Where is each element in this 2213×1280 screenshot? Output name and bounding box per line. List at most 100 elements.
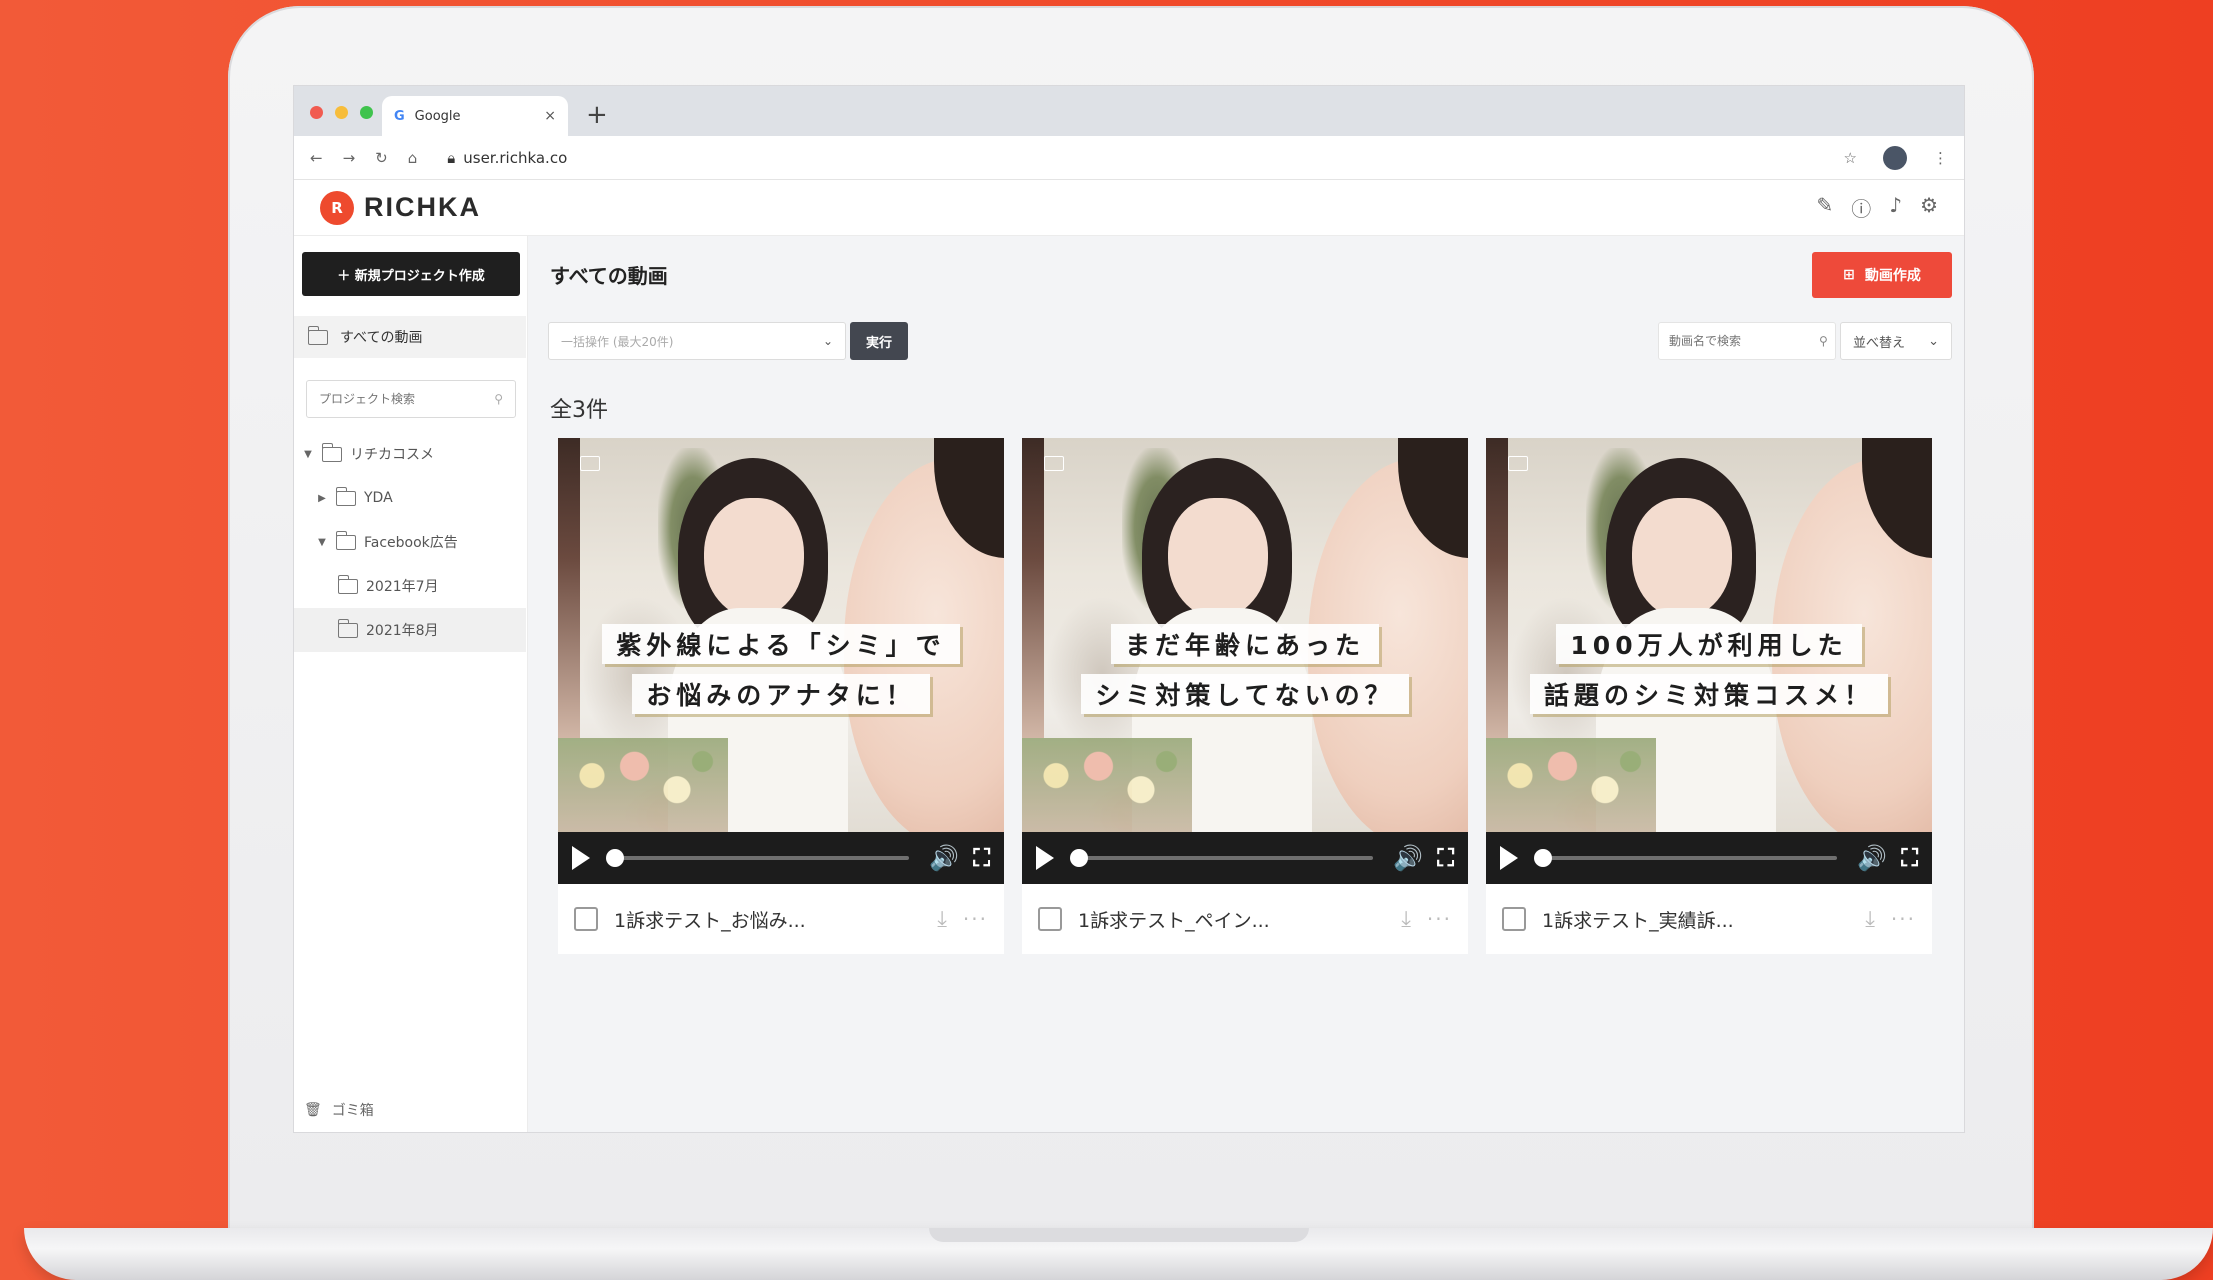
video-card-footer: 1訴求テスト_お悩み... ⤓ ··· <box>558 884 1004 954</box>
guide-icon[interactable]: ✎ <box>1817 193 1834 222</box>
model-face <box>1632 498 1732 618</box>
video-title[interactable]: 1訴求テスト_実績訴... <box>1542 906 1849 933</box>
close-window-button[interactable] <box>310 106 323 119</box>
flowers-decoration <box>1022 738 1192 832</box>
trash-label: ゴミ箱 <box>331 1103 374 1119</box>
caption-line-2: お悩みのアナタに！ <box>632 674 930 714</box>
video-controls: 🔊 ⛶ <box>558 832 1004 884</box>
google-favicon-icon: G <box>394 108 405 124</box>
title-search-input[interactable] <box>1669 334 1819 348</box>
progress-bar[interactable] <box>606 849 910 867</box>
caret-down-icon[interactable]: ▼ <box>316 537 328 548</box>
chevron-down-icon: ⌄ <box>822 334 833 348</box>
new-project-button[interactable]: ＋ 新規プロジェクト作成 <box>302 252 520 296</box>
tree-item-2021-08[interactable]: 2021年8月 <box>294 608 526 652</box>
result-count: 全3件 <box>550 398 608 423</box>
progress-knob[interactable] <box>1534 849 1552 867</box>
caret-down-icon[interactable]: ▼ <box>302 449 314 460</box>
video-caption: 紫外線による「シミ」で お悩みのアナタに！ <box>558 624 1004 714</box>
video-thumbnail[interactable]: 紫外線による「シミ」で お悩みのアナタに！ <box>558 438 1004 832</box>
trash-icon: 🗑︎ <box>304 1102 322 1118</box>
download-icon[interactable]: ⤓ <box>1865 907 1875 932</box>
browser-tab[interactable]: G Google × <box>382 96 568 136</box>
tree-item-2021-07[interactable]: 2021年7月 <box>294 564 526 608</box>
profile-avatar[interactable] <box>1883 145 1907 170</box>
search-icon[interactable]: ⚲ <box>494 392 503 406</box>
bookmark-star-icon[interactable]: ☆ <box>1844 149 1857 167</box>
more-options-icon[interactable]: ··· <box>1891 907 1916 931</box>
title-search: ⚲ <box>1658 322 1836 360</box>
sort-select[interactable]: 並べ替え ⌄ <box>1840 322 1952 360</box>
folder-icon <box>335 486 356 506</box>
video-card: 紫外線による「シミ」で お悩みのアナタに！ 🔊 ⛶ 1訴求テスト_お悩み... … <box>558 438 1004 954</box>
progress-knob[interactable] <box>1070 849 1088 867</box>
tree-item-label: 2021年8月 <box>366 623 439 639</box>
volume-icon[interactable]: 🔊 <box>929 844 959 872</box>
browser-menu-icon[interactable]: ⋮ <box>1933 149 1948 167</box>
forward-arrow-icon[interactable]: → <box>343 149 356 167</box>
home-icon[interactable]: ⌂ <box>408 149 418 167</box>
play-icon[interactable] <box>1500 846 1518 870</box>
video-card-footer: 1訴求テスト_ペイン... ⤓ ··· <box>1022 884 1468 954</box>
tree-item-yda[interactable]: ▶ YDA <box>294 476 526 520</box>
laptop-base <box>24 1228 2213 1280</box>
back-arrow-icon[interactable]: ← <box>310 149 323 167</box>
folder-icon <box>1508 456 1528 471</box>
folder-icon <box>337 574 358 594</box>
bulk-action-select[interactable]: 一括操作 (最大20件) ⌄ <box>548 322 846 360</box>
browser-tabbar: G Google × + <box>294 86 1964 136</box>
tree-item-facebook-ads[interactable]: ▼ Facebook広告 <box>294 520 526 564</box>
project-search-input[interactable] <box>319 392 495 406</box>
video-controls: 🔊 ⛶ <box>1486 832 1932 884</box>
page-title: すべての動画 <box>550 264 668 288</box>
volume-icon[interactable]: 🔊 <box>1857 844 1887 872</box>
search-icon[interactable]: ⚲ <box>1819 334 1828 348</box>
progress-knob[interactable] <box>606 849 624 867</box>
project-tree: ▼ リチカコスメ ▶ YDA ▼ Facebook広告 2021年7月 2021… <box>294 432 526 652</box>
download-icon[interactable]: ⤓ <box>1401 907 1411 932</box>
maximize-window-button[interactable] <box>360 106 373 119</box>
trash-link[interactable]: 🗑︎ ゴミ箱 <box>304 1100 374 1120</box>
browser-address-bar: ← → ↻ ⌂ 🔒︎ user.richka.co ☆ ⋮ <box>294 136 1964 180</box>
video-select-checkbox[interactable] <box>1502 907 1526 931</box>
video-select-checkbox[interactable] <box>574 907 598 931</box>
caption-line-2: 話題のシミ対策コスメ！ <box>1529 674 1888 714</box>
settings-gear-icon[interactable]: ⚙ <box>1920 193 1938 222</box>
tree-item-richika-cosme[interactable]: ▼ リチカコスメ <box>294 432 526 476</box>
more-options-icon[interactable]: ··· <box>1427 907 1452 931</box>
more-options-icon[interactable]: ··· <box>963 907 988 931</box>
laptop-notch <box>928 1228 1309 1242</box>
bell-icon[interactable]: ♪ <box>1889 193 1902 222</box>
progress-bar[interactable] <box>1534 849 1838 867</box>
caret-right-icon[interactable]: ▶ <box>316 493 328 504</box>
run-button[interactable]: 実行 <box>850 322 908 360</box>
minimize-window-button[interactable] <box>335 106 348 119</box>
url-field[interactable]: 🔒︎ user.richka.co <box>447 149 567 167</box>
play-icon[interactable] <box>572 846 590 870</box>
volume-icon[interactable]: 🔊 <box>1393 844 1423 872</box>
video-thumbnail[interactable]: まだ年齢にあった シミ対策してないの？ <box>1022 438 1468 832</box>
video-title[interactable]: 1訴求テスト_お悩み... <box>614 906 921 933</box>
tree-item-label: YDA <box>364 490 393 506</box>
tree-item-label: 2021年7月 <box>366 579 439 595</box>
chevron-down-icon: ⌄ <box>1928 333 1939 349</box>
video-thumbnail[interactable]: 100万人が利用した 話題のシミ対策コスメ！ <box>1486 438 1932 832</box>
play-icon[interactable] <box>1036 846 1054 870</box>
create-video-button[interactable]: ⊞ 動画作成 <box>1812 252 1952 298</box>
help-icon[interactable]: ⓘ <box>1851 193 1871 222</box>
fullscreen-icon[interactable]: ⛶ <box>973 844 990 872</box>
reload-icon[interactable]: ↻ <box>375 149 388 167</box>
new-tab-button[interactable]: + <box>586 100 608 130</box>
download-icon[interactable]: ⤓ <box>937 907 947 932</box>
tab-close-icon[interactable]: × <box>544 108 556 124</box>
video-caption: 100万人が利用した 話題のシミ対策コスメ！ <box>1486 624 1932 714</box>
video-card-footer: 1訴求テスト_実績訴... ⤓ ··· <box>1486 884 1932 954</box>
video-title[interactable]: 1訴求テスト_ペイン... <box>1078 906 1385 933</box>
video-select-checkbox[interactable] <box>1038 907 1062 931</box>
progress-bar[interactable] <box>1070 849 1374 867</box>
fullscreen-icon[interactable]: ⛶ <box>1901 844 1918 872</box>
caption-line-1: 紫外線による「シミ」で <box>602 624 960 664</box>
fullscreen-icon[interactable]: ⛶ <box>1437 844 1454 872</box>
sidebar-item-all-videos[interactable]: すべての動画 <box>294 316 526 358</box>
folder-icon <box>307 325 328 345</box>
